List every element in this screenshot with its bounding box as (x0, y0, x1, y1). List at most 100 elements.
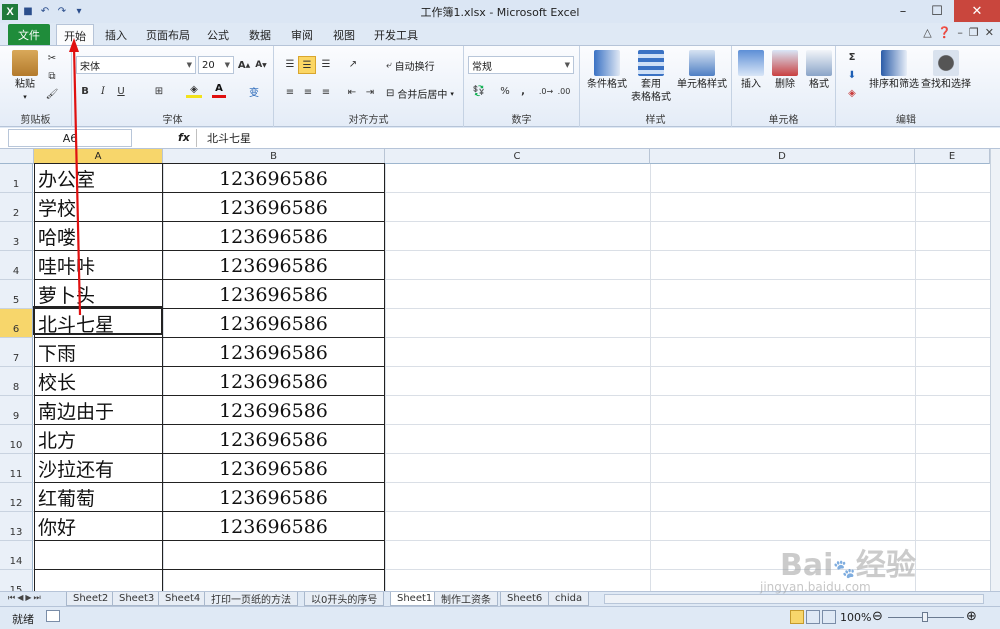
page-break-view-icon[interactable] (822, 610, 836, 624)
number-format-select[interactable]: 常规 ▼ (468, 56, 574, 74)
sheet-tab[interactable]: Sheet4 (158, 592, 208, 606)
comma-button[interactable]: , (516, 84, 530, 98)
cell-a[interactable]: 萝卜头 (34, 280, 162, 309)
cell-a[interactable]: 南边由于 (34, 396, 162, 425)
align-middle-icon[interactable]: ☰ (298, 56, 316, 74)
row-header[interactable]: 15 (0, 570, 33, 591)
cell-b[interactable]: 123696586 (163, 193, 384, 222)
cell-b[interactable]: 123696586 (163, 396, 384, 425)
format-as-table-button[interactable]: 套用 表格格式 (630, 50, 672, 104)
normal-view-icon[interactable] (790, 610, 804, 624)
row-header[interactable]: 1 (0, 164, 33, 193)
cell-a[interactable]: 红葡萄 (34, 483, 162, 512)
zoom-in-icon[interactable]: ⊕ (966, 609, 977, 624)
find-select-button[interactable]: 查找和选择 (920, 50, 972, 91)
row-header[interactable]: 11 (0, 454, 33, 483)
cell-b[interactable]: 123696586 (163, 367, 384, 396)
row-header[interactable]: 2 (0, 193, 33, 222)
shrink-font-icon[interactable]: A ▼ (255, 58, 267, 72)
column-header-e[interactable]: E (915, 149, 990, 164)
italic-button[interactable]: I (96, 84, 110, 98)
delete-cells-button[interactable]: 删除 (770, 50, 800, 91)
next-sheet-icon[interactable]: ▶ (25, 593, 31, 603)
tab-file[interactable]: 文件 (8, 24, 50, 45)
cell-b[interactable]: 123696586 (163, 483, 384, 512)
insert-function-icon[interactable]: fx (178, 131, 190, 144)
minimize-button[interactable]: – (886, 0, 920, 22)
cell-b[interactable]: 123696586 (163, 280, 384, 309)
cell-b[interactable]: 123696586 (163, 338, 384, 367)
tab-data[interactable]: 数据 (244, 24, 276, 45)
sheet-tab[interactable]: Sheet6 (500, 592, 550, 606)
format-painter-icon[interactable]: 🖌 (46, 88, 59, 100)
increase-indent-icon[interactable]: ⇥ (362, 84, 378, 100)
paste-button[interactable]: 粘贴 ▾ (12, 50, 38, 104)
cell-a[interactable]: 校长 (34, 367, 162, 396)
maximize-button[interactable]: ☐ (920, 0, 954, 22)
row-header[interactable]: 3 (0, 222, 33, 251)
fill-color-icon[interactable]: ◈ (186, 84, 202, 98)
cell-a[interactable] (34, 541, 162, 570)
row-header[interactable]: 7 (0, 338, 33, 367)
cell-a[interactable]: 沙拉还有 (34, 454, 162, 483)
formula-input[interactable]: 北斗七星 (196, 129, 1000, 147)
tab-view[interactable]: 视图 (328, 24, 360, 45)
percent-button[interactable]: % (498, 84, 512, 98)
sheet-tab[interactable]: Sheet2 (66, 592, 116, 606)
wrap-text-button[interactable]: ⤶ 自动换行 (386, 58, 435, 73)
cell-b[interactable] (163, 570, 384, 591)
merge-center-button[interactable]: ⊟ 合并后居中 ▾ (386, 86, 454, 101)
cell-b[interactable]: 123696586 (163, 222, 384, 251)
cell-a[interactable]: 北方 (34, 425, 162, 454)
align-right-icon[interactable]: ≡ (318, 84, 334, 100)
align-center-icon[interactable]: ≡ (300, 84, 316, 100)
zoom-slider-thumb[interactable] (922, 612, 928, 622)
collapse-ribbon-icon[interactable]: △ (923, 26, 931, 39)
cell-a[interactable] (34, 570, 162, 591)
name-box[interactable]: A6 (8, 129, 132, 147)
tab-page-layout[interactable]: 页面布局 (142, 24, 194, 45)
cell-a[interactable]: 你好 (34, 512, 162, 541)
cell-b[interactable]: 123696586 (163, 425, 384, 454)
tab-formulas[interactable]: 公式 (202, 24, 234, 45)
phonetic-icon[interactable]: 变 (246, 84, 262, 99)
column-header-d[interactable]: D (650, 149, 915, 164)
close-button[interactable]: ✕ (954, 0, 1000, 22)
decrease-decimal-icon[interactable]: .00 (556, 84, 572, 98)
first-sheet-icon[interactable]: ⏮ (8, 593, 15, 603)
cell-b[interactable]: 123696586 (163, 251, 384, 280)
font-color-icon[interactable]: A (212, 82, 226, 98)
select-all-corner[interactable] (0, 149, 34, 164)
row-header[interactable]: 8 (0, 367, 33, 396)
column-header-a[interactable]: A (34, 149, 163, 164)
cell-a[interactable]: 学校 (34, 193, 162, 222)
row-header[interactable]: 4 (0, 251, 33, 280)
cell-b[interactable]: 123696586 (163, 512, 384, 541)
fill-icon[interactable]: ⬇ (844, 68, 860, 82)
currency-icon[interactable]: 💱 (470, 84, 488, 98)
cut-icon[interactable]: ✂ (46, 52, 58, 64)
tab-home[interactable]: 开始 (56, 24, 94, 46)
cell-styles-button[interactable]: 单元格样式 (674, 50, 730, 91)
underline-button[interactable]: U (114, 84, 128, 98)
doc-close-icon[interactable]: ✕ (985, 26, 994, 39)
align-top-icon[interactable]: ☰ (282, 56, 298, 72)
sheet-tab[interactable]: 打印一页纸的方法 (204, 592, 298, 606)
decrease-indent-icon[interactable]: ⇤ (344, 84, 360, 100)
page-layout-view-icon[interactable] (806, 610, 820, 624)
doc-minimize-icon[interactable]: – (957, 26, 963, 39)
zoom-level[interactable]: 100% (840, 611, 871, 624)
font-name-select[interactable]: 宋体 ▼ (76, 56, 196, 74)
prev-sheet-icon[interactable]: ◀ (17, 593, 23, 603)
bold-button[interactable]: B (78, 84, 92, 98)
tab-developer[interactable]: 开发工具 (370, 24, 422, 45)
grow-font-icon[interactable]: A ▲ (238, 58, 250, 72)
cell-b[interactable]: 123696586 (163, 309, 384, 338)
vertical-scrollbar[interactable] (990, 149, 1000, 591)
align-bottom-icon[interactable]: ☰ (318, 56, 334, 72)
row-header[interactable]: 14 (0, 541, 33, 570)
horizontal-scrollbar[interactable] (604, 594, 984, 604)
autosum-icon[interactable]: Σ (844, 50, 860, 64)
copy-icon[interactable]: ⧉ (46, 70, 58, 82)
orientation-icon[interactable]: ↗ (344, 56, 362, 72)
